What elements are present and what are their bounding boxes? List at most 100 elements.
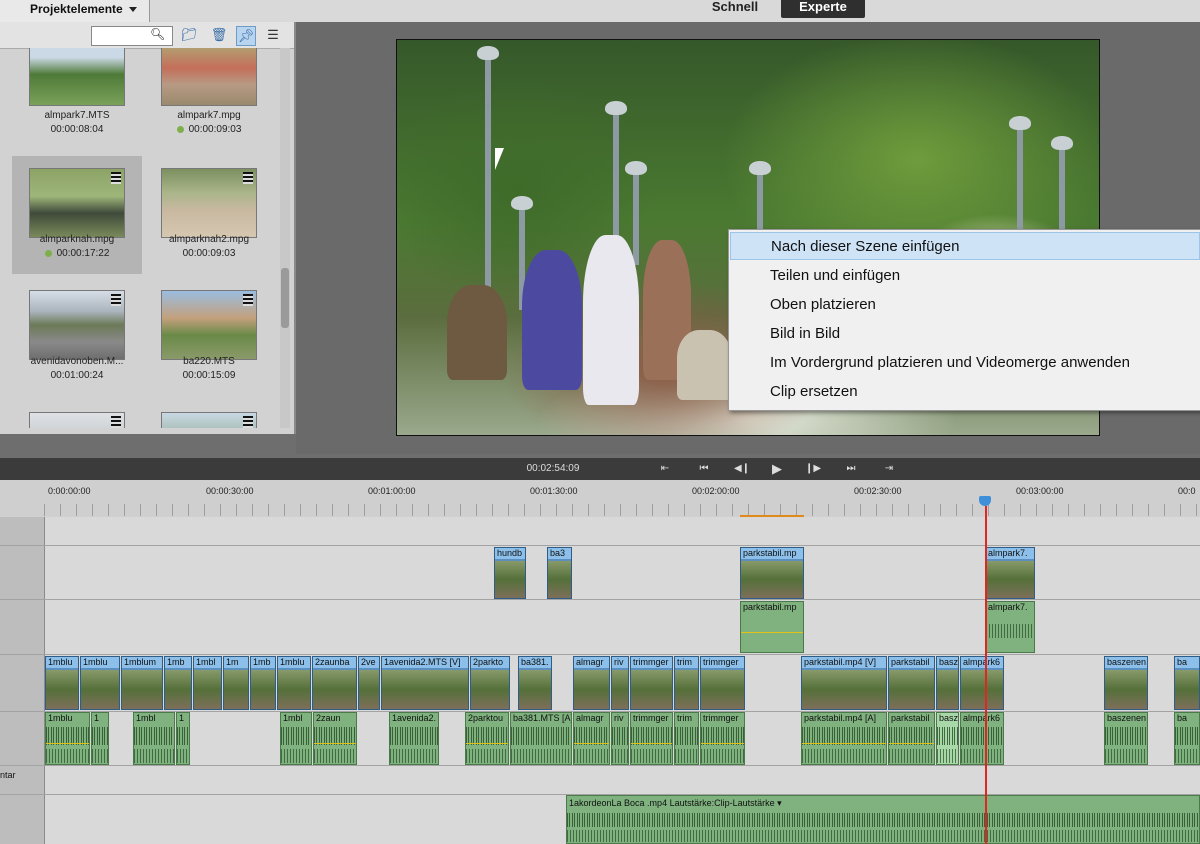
track-divider (0, 654, 1200, 655)
video-clip[interactable]: 2zaunba (312, 656, 357, 710)
video-clip[interactable]: trimmger (630, 656, 673, 710)
video-clip[interactable]: trimmger (700, 656, 745, 710)
audio-clip[interactable]: parkstabil.mp4 [A] (801, 712, 887, 765)
video-clip[interactable]: parkstabil.mp4 [V] (801, 656, 887, 710)
audio-clip[interactable]: 2parktou (465, 712, 509, 765)
audio-clip[interactable]: 1 (91, 712, 109, 765)
menu-item-picture-in-picture[interactable]: Bild in Bild (730, 320, 1200, 348)
overlay-audio-clip[interactable]: almpark7. (985, 601, 1035, 653)
audio-clip[interactable]: ba381.MTS [A] (510, 712, 572, 765)
clip-label: 1mblu (46, 657, 78, 668)
audio-waveform (177, 749, 189, 763)
mode-expert-button[interactable]: Experte (781, 0, 865, 18)
video-clip[interactable]: 1mb (250, 656, 276, 710)
menu-item-replace-clip[interactable]: Clip ersetzen (730, 378, 1200, 406)
asset-item[interactable]: almparknah2.mpg 00:00:09:03 (144, 156, 274, 274)
video-clip[interactable]: ba381. (518, 656, 552, 710)
audio-waveform (466, 749, 508, 763)
video-clip[interactable]: 2ve (358, 656, 380, 710)
pin-icon[interactable]: 📌︎ (236, 26, 256, 46)
list-view-menu-icon[interactable]: ☰ (264, 26, 282, 44)
play-icon[interactable]: ▶ (766, 460, 788, 478)
search-icon[interactable]: 🔍︎ (150, 26, 165, 42)
audio-clip[interactable]: 1mbl (133, 712, 175, 765)
video-clip[interactable]: 1avenida2.MTS [V] (381, 656, 469, 710)
music-clip[interactable]: 1akordeonLa Boca .mp4 Lautstärke:Clip-La… (566, 795, 1200, 844)
go-to-end-icon[interactable]: ⇥ (878, 460, 900, 478)
audio-clip[interactable]: trimmger (630, 712, 673, 765)
clip-label: 1mblu (278, 657, 310, 668)
audio-clip[interactable]: baszenen (1104, 712, 1148, 765)
clip-label: hundb (495, 548, 525, 559)
video-clip[interactable]: 1mblum (121, 656, 163, 710)
music-clip-label[interactable]: 1akordeonLa Boca .mp4 Lautstärke:Clip-La… (567, 798, 1199, 809)
step-back-icon[interactable]: ◀❙ (731, 460, 753, 478)
audio-clip[interactable]: trimmger (700, 712, 745, 765)
audio-waveform (567, 813, 1199, 827)
audio-clip[interactable]: almpark6 (960, 712, 1004, 765)
audio-clip[interactable]: ba (1174, 712, 1200, 765)
menu-item-split-and-insert[interactable]: Teilen und einfügen (730, 262, 1200, 290)
folder-icon[interactable]: 📁︎ (180, 26, 198, 44)
mode-quick-button[interactable]: Schnell (700, 0, 770, 18)
video-clip[interactable]: 2parkto (470, 656, 510, 710)
asset-item[interactable]: avenidavonoben.M... 00:01:00:24 (12, 278, 142, 396)
overlay-video-clip[interactable]: almpark7. (985, 547, 1035, 599)
video-clip[interactable]: ba (1174, 656, 1200, 710)
menu-item-videomerge[interactable]: Im Vordergrund platzieren und Videomerge… (730, 349, 1200, 377)
video-clip[interactable]: 1mblu (80, 656, 120, 710)
previous-edit-icon[interactable]: ⏮︎ (693, 460, 715, 478)
playhead-line[interactable] (985, 506, 987, 844)
video-clip[interactable]: 1m (223, 656, 249, 710)
asset-name: almparknah2.mpg (168, 234, 250, 245)
rewind-to-start-icon[interactable]: ⇤ (654, 460, 676, 478)
video-clip[interactable]: 1mblu (45, 656, 79, 710)
timecode-display[interactable]: 00:02:54:09 (521, 461, 585, 477)
ruler-tick: 0:00:00:00 (48, 486, 91, 496)
audio-clip[interactable]: 1 (176, 712, 190, 765)
next-edit-icon[interactable]: ⏭︎ (840, 460, 862, 478)
video-clip[interactable]: 1mblu (277, 656, 311, 710)
audio-waveform (281, 727, 311, 745)
project-assets-tab[interactable]: Projektelemente (0, 0, 150, 22)
asset-scrollbar[interactable] (280, 48, 290, 428)
audio-clip[interactable]: 1mbl (280, 712, 312, 765)
menu-item-place-on-top[interactable]: Oben platzieren (730, 291, 1200, 319)
audio-clip[interactable]: parkstabil (888, 712, 935, 765)
clip-thumbnail (631, 670, 672, 709)
audio-clip[interactable]: trim (674, 712, 699, 765)
audio-clip[interactable]: basz (936, 712, 959, 765)
video-clip[interactable]: riv (611, 656, 629, 710)
trash-icon[interactable]: 🗑︎ (210, 26, 228, 44)
asset-item[interactable] (144, 400, 274, 428)
overlay-video-clip[interactable]: ba3 (547, 547, 572, 599)
audio-clip[interactable]: almagr (573, 712, 610, 765)
asset-item[interactable]: almpark7.MTS 00:00:08:04 (12, 48, 142, 150)
overlay-audio-clip[interactable]: parkstabil.mp (740, 601, 804, 653)
timeline-ruler[interactable]: 0:00:00:00 00:00:30:00 00:01:00:00 00:01… (0, 480, 1200, 518)
scrollbar-thumb[interactable] (281, 268, 289, 328)
video-clip[interactable]: almpark6 (960, 656, 1004, 710)
clip-thumbnail (382, 670, 468, 709)
clip-label: 1mbl (283, 713, 303, 723)
video-clip[interactable]: trim (674, 656, 699, 710)
video-clip[interactable]: almagr (573, 656, 610, 710)
audio-clip[interactable]: 1mblu (45, 712, 90, 765)
asset-item[interactable]: almpark7.mpg 00:00:09:03 (144, 48, 274, 150)
asset-item-selected[interactable]: almparknah.mpg 00:00:17:22 (12, 156, 142, 274)
audio-clip[interactable]: riv (611, 712, 629, 765)
audio-waveform (281, 749, 311, 763)
video-clip[interactable]: parkstabil (888, 656, 935, 710)
video-clip[interactable]: 1mb (164, 656, 192, 710)
audio-clip[interactable]: 2zaun (313, 712, 357, 765)
video-clip[interactable]: 1mbl (193, 656, 222, 710)
audio-clip[interactable]: 1avenida2. (389, 712, 439, 765)
step-forward-icon[interactable]: ❙▶ (802, 460, 824, 478)
video-clip[interactable]: basz (936, 656, 959, 710)
menu-item-insert-after-scene[interactable]: Nach dieser Szene einfügen (730, 232, 1200, 260)
overlay-video-clip[interactable]: parkstabil.mp (740, 547, 804, 599)
overlay-video-clip[interactable]: hundb (494, 547, 526, 599)
asset-item[interactable]: ba220.MTS 00:00:15:09 (144, 278, 274, 396)
asset-item[interactable] (12, 400, 142, 428)
video-clip[interactable]: baszenen (1104, 656, 1148, 710)
